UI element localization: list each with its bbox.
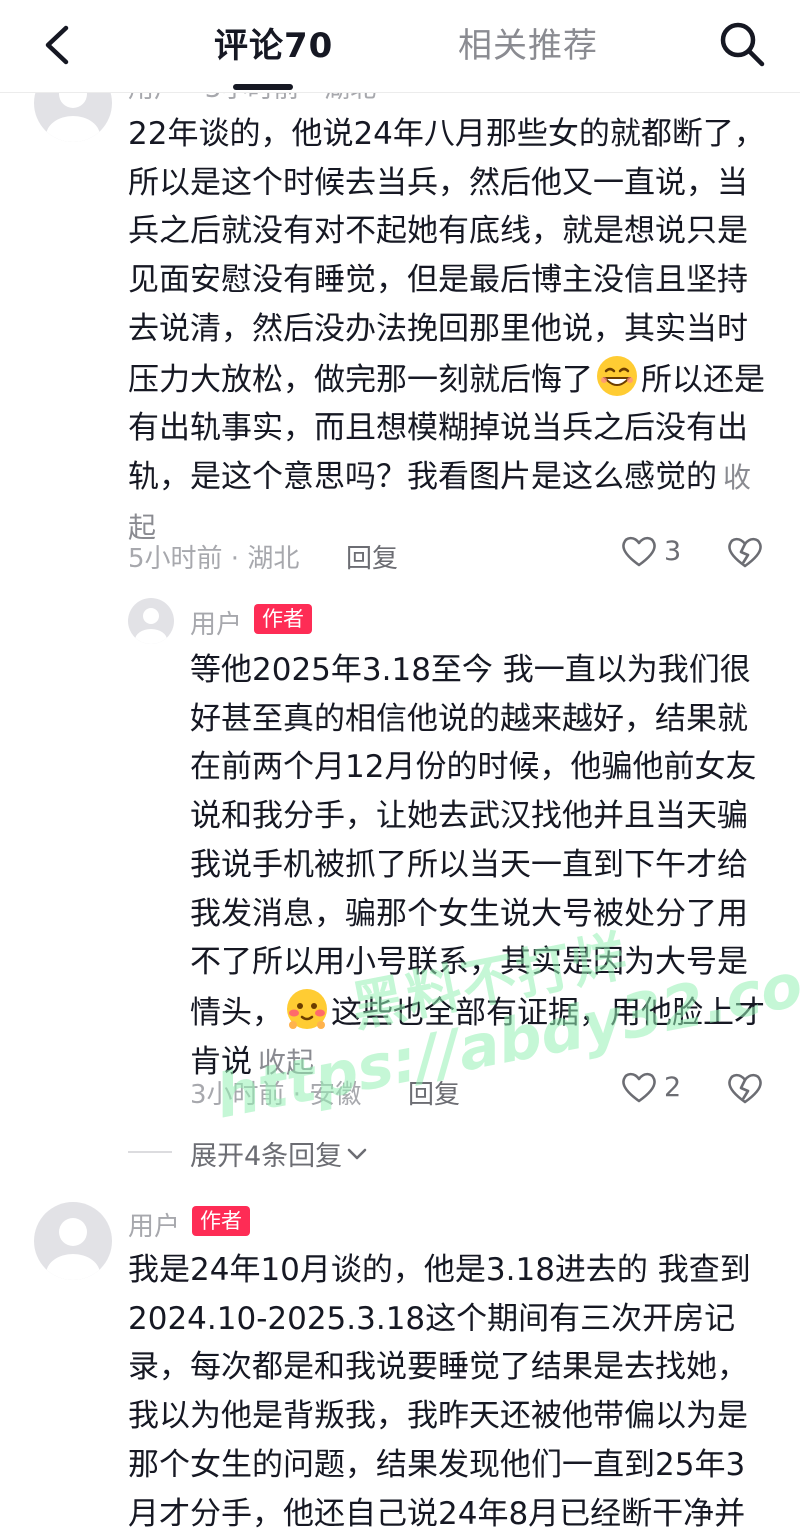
reply-text: 等他2025年3.18至今 我一直以为我们很好甚至真的相信他说的越来越好，结果就… (190, 646, 770, 1087)
chevron-down-icon (347, 1148, 367, 1160)
comment-username[interactable]: 用户 (128, 1206, 180, 1243)
reply-username[interactable]: 用户 (190, 604, 242, 641)
reply-location: 安徽 (309, 1080, 362, 1110)
blush-emoji-icon (287, 988, 327, 1029)
reply-button[interactable]: 回复 (408, 1074, 460, 1111)
broken-heart-icon[interactable] (726, 535, 764, 569)
heart-icon (622, 1072, 656, 1103)
reply-meta: 3小时前 · 安徽 (190, 1080, 362, 1110)
like-count: 3 (664, 535, 682, 567)
top-bar: 评论70 相关推荐 (0, 0, 800, 93)
reply-text-part1: 等他2025年3.18至今 我一直以为我们很好甚至真的相信他说的越来越好，结果就… (190, 652, 757, 1031)
expand-replies-button[interactable]: 展开4条回复 (190, 1134, 368, 1173)
reply-button[interactable]: 回复 (346, 538, 398, 575)
avatar[interactable] (34, 1202, 112, 1280)
grin-emoji-icon (597, 355, 637, 396)
heart-icon (622, 536, 656, 567)
reply-time: 3小时前 (190, 1080, 285, 1110)
divider (128, 1151, 172, 1153)
comment-text: 我是24年10月谈的，他是3.18进去的 我查到2024.10-2025.3.1… (128, 1252, 751, 1532)
back-arrow-icon[interactable] (36, 22, 82, 68)
like-count: 2 (664, 1071, 682, 1103)
comment-text-part1: 22年谈的，他说24年八月那些女的就都断了，所以是这个时候去当兵，然后他又一直说… (128, 116, 765, 398)
tab-comments[interactable]: 评论70 (214, 24, 333, 68)
broken-heart-icon[interactable] (726, 1071, 764, 1105)
like-button[interactable]: 3 (620, 534, 681, 568)
comment-location: 湖北 (247, 544, 300, 574)
like-button[interactable]: 2 (620, 1070, 681, 1104)
tab-related[interactable]: 相关推荐 (458, 24, 598, 68)
comment-text: 22年谈的，他说24年八月那些女的就都断了，所以是这个时候去当兵，然后他又一直说… (128, 110, 768, 552)
comment-time: 5小时前 (128, 544, 223, 574)
author-badge: 作者 (254, 604, 312, 634)
expand-replies-label: 展开4条回复 (190, 1141, 343, 1172)
active-tab-indicator (233, 84, 293, 90)
avatar[interactable] (128, 598, 174, 644)
search-icon[interactable] (716, 18, 768, 70)
author-badge: 作者 (192, 1206, 250, 1236)
comment-meta: 5小时前 · 湖北 (128, 544, 300, 574)
